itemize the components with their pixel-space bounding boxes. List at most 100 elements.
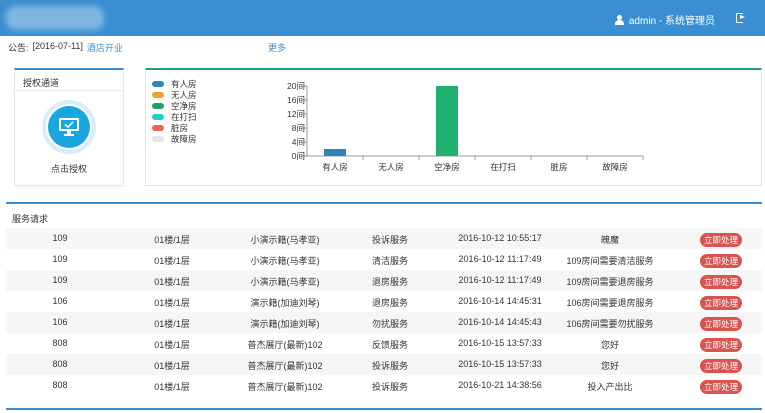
guest-cell: 演示籍(加迪刘琴) xyxy=(250,319,320,329)
table-row: 106 01楼/1层 演示籍(加迪刘琴) 勿扰服务 2016-10-14 14:45:4… xyxy=(6,312,762,333)
x-tick-label: 空净房 xyxy=(434,162,460,172)
handle-now-button[interactable]: 立即处理 xyxy=(700,275,743,289)
content-cell: 您好 xyxy=(600,361,620,371)
notice-date: [2016-07-11] xyxy=(32,41,83,51)
x-tick-label: 无人房 xyxy=(378,162,404,172)
time-cell: 2016-10-12 10:55:17 xyxy=(458,233,542,243)
guest-cell: 演示籍(加迪刘琴) xyxy=(250,298,320,308)
guest-cell: 小演示籍(马孝亚) xyxy=(250,256,320,266)
time-cell: 2016-10-14 14:45:31 xyxy=(458,296,542,306)
handle-now-button[interactable]: 立即处理 xyxy=(700,254,743,268)
content-cell: 106房间需要勿扰服务 xyxy=(566,319,654,329)
room-cell: 109 xyxy=(52,254,68,264)
floor-cell: 01楼/1层 xyxy=(154,361,190,371)
room-status-chart-panel: 有人房 无人房 空净房 在打扫 脏房 故障房 0间 4间 8间 12间 16间 20间有人房 无人房 空… xyxy=(145,68,762,186)
time-cell: 2016-10-14 14:45:43 xyxy=(458,317,542,327)
table-row: 106 01楼/1层 演示籍(加迪刘琴) 退房服务 2016-10-14 14:45:3… xyxy=(6,291,762,312)
bar-空净房 xyxy=(436,86,458,156)
table-row: 808 01楼/1层 普杰展厅(最新)102 投诉服务 2016-10-15 13:57… xyxy=(6,354,762,375)
handle-now-button[interactable]: 立即处理 xyxy=(700,338,743,352)
service-type-cell: 反馈服务 xyxy=(371,340,409,350)
time-cell: 2016-10-12 11:17:49 xyxy=(458,254,542,264)
time-cell: 2016-10-21 14:38:56 xyxy=(458,380,542,390)
table-row: 109 01楼/1层 小演示籍(马孝亚) 清洁服务 2016-10-12 11:17:4… xyxy=(6,249,762,270)
room-cell: 808 xyxy=(52,338,68,348)
floor-cell: 01楼/1层 xyxy=(154,277,190,287)
service-type-cell: 清洁服务 xyxy=(371,256,409,266)
notice-more-link[interactable]: 更多 xyxy=(268,41,286,54)
floor-cell: 01楼/1层 xyxy=(154,340,190,350)
table-row: 109 01楼/1层 小演示籍(马孝亚) 退房服务 2016-10-12 11:17:4… xyxy=(6,270,762,291)
room-status-chart: 0间 4间 8间 12间 16间 20间有人房 无人房 空净房 在打扫 脏房 故障房 xyxy=(287,81,644,172)
auth-panel: 授权通道 点击授权 xyxy=(14,68,124,186)
floor-cell: 01楼/1层 xyxy=(154,382,190,392)
x-tick-label: 有人房 xyxy=(322,162,348,172)
service-type-cell: 勿扰服务 xyxy=(371,319,409,329)
room-cell: 808 xyxy=(52,359,68,369)
room-cell: 808 xyxy=(52,380,68,390)
service-table: 109 01楼/1层 小演示籍(马孝亚) 投诉服务 2016-10-12 10:55:1… xyxy=(6,228,762,396)
guest-cell: 普杰展厅(最新)102 xyxy=(247,361,323,371)
y-tick-label: 4间 xyxy=(292,137,305,147)
handle-now-button[interactable]: 立即处理 xyxy=(700,317,743,331)
x-tick-label: 脏房 xyxy=(550,162,567,172)
table-row: 808 01楼/1层 普杰展厅(最新)102 投诉服务 2016-10-21 14:38… xyxy=(6,375,762,396)
guest-cell: 普杰展厅(最新)102 xyxy=(247,382,323,392)
handle-now-button[interactable]: 立即处理 xyxy=(700,359,743,373)
y-tick-label: 20间 xyxy=(287,81,305,91)
handle-now-button[interactable]: 立即处理 xyxy=(700,380,743,394)
floor-cell: 01楼/1层 xyxy=(154,319,190,329)
auth-title: 授权通道 xyxy=(23,78,60,88)
monitor-check-icon xyxy=(48,106,90,148)
time-cell: 2016-10-12 11:17:49 xyxy=(458,275,542,285)
content-cell: 投入产出比 xyxy=(587,382,633,392)
table-row: 808 01楼/1层 普杰展厅(最新)102 反馈服务 2016-10-15 13:57… xyxy=(6,333,762,354)
y-tick-label: 0间 xyxy=(292,151,305,161)
time-cell: 2016-10-15 13:57:33 xyxy=(458,338,542,348)
x-tick-label: 在打扫 xyxy=(490,162,516,172)
x-tick-label: 故障房 xyxy=(602,162,628,172)
y-tick-label: 12间 xyxy=(287,109,305,119)
service-type-cell: 投诉服务 xyxy=(371,361,409,371)
bar-有人房 xyxy=(324,149,346,156)
notice-link[interactable]: 酒店开业 xyxy=(87,41,123,54)
notice-prefix: 公告: xyxy=(8,43,29,53)
service-type-cell: 退房服务 xyxy=(371,298,409,308)
floor-cell: 01楼/1层 xyxy=(154,298,190,308)
content-cell: 106房间需要退房服务 xyxy=(566,298,654,308)
notice-bar: 公告: [2016-07-11] 酒店开业 更多 xyxy=(8,41,286,54)
y-tick-label: 16间 xyxy=(287,95,305,105)
user-icon xyxy=(614,14,624,25)
guest-cell: 小演示籍(马孝亚) xyxy=(250,277,320,287)
room-cell: 109 xyxy=(52,233,68,243)
divider xyxy=(15,90,123,91)
service-type-cell: 退房服务 xyxy=(371,277,409,287)
auth-action-label[interactable]: 点击授权 xyxy=(15,162,123,175)
service-title: 服务请求 xyxy=(12,214,49,224)
room-cell: 109 xyxy=(52,275,68,285)
handle-now-button[interactable]: 立即处理 xyxy=(700,233,743,247)
guest-cell: 小演示籍(马孝亚) xyxy=(250,235,320,245)
user-label: admin - 系统管理员 xyxy=(628,16,715,27)
user-menu[interactable]: admin - 系统管理员 xyxy=(614,12,715,27)
content-cell: 109房间需要清洁服务 xyxy=(566,256,654,266)
service-type-cell: 投诉服务 xyxy=(371,235,409,245)
service-type-cell: 投诉服务 xyxy=(371,382,409,392)
guest-cell: 普杰展厅(最新)102 xyxy=(247,340,323,350)
room-cell: 106 xyxy=(52,317,68,327)
auth-button[interactable] xyxy=(42,100,96,154)
logout-icon[interactable] xyxy=(736,12,747,23)
table-row: 109 01楼/1层 小演示籍(马孝亚) 投诉服务 2016-10-12 10:55:1… xyxy=(6,228,762,249)
y-tick-label: 8间 xyxy=(292,123,305,133)
top-bar: admin - 系统管理员 xyxy=(0,0,765,36)
logo xyxy=(6,6,104,30)
content-cell: 魄魔 xyxy=(600,235,620,245)
content-cell: 您好 xyxy=(600,340,620,350)
content-cell: 109房间需要退房服务 xyxy=(566,277,654,287)
service-requests-panel: 服务请求 109 01楼/1层 小演示籍(马孝亚) 投诉服务 2016-10-12 10… xyxy=(6,202,762,410)
time-cell: 2016-10-15 13:57:33 xyxy=(458,359,542,369)
floor-cell: 01楼/1层 xyxy=(154,256,190,266)
handle-now-button[interactable]: 立即处理 xyxy=(700,296,743,310)
room-cell: 106 xyxy=(52,296,68,306)
floor-cell: 01楼/1层 xyxy=(154,235,190,245)
